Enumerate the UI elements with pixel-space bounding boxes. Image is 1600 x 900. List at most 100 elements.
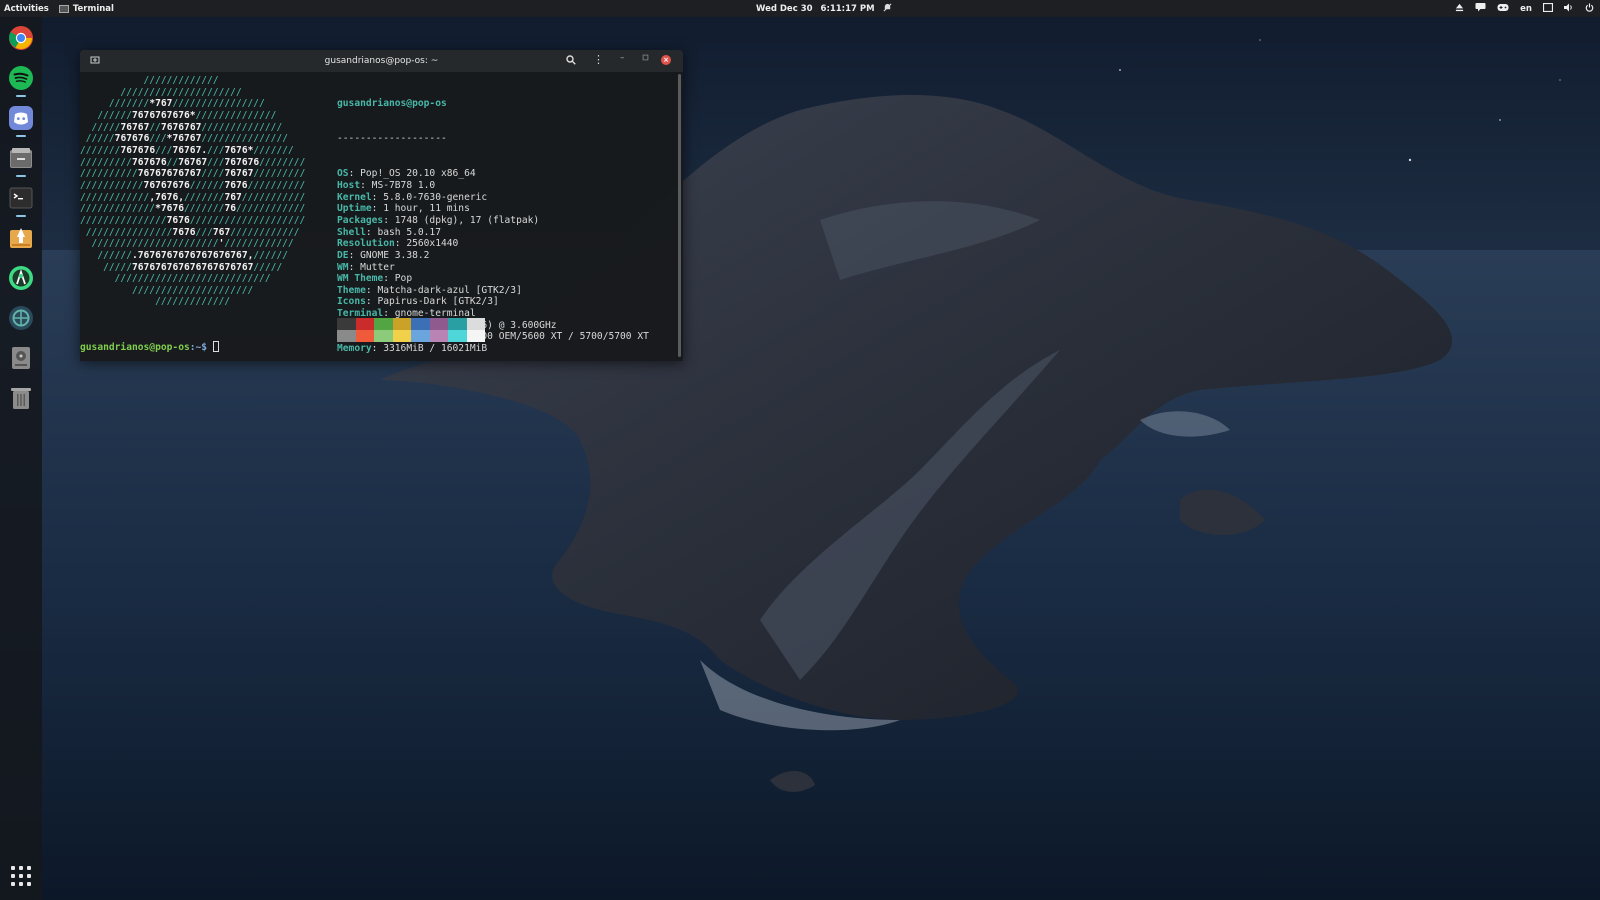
files-icon[interactable]	[7, 144, 35, 172]
logo-line: ///////*767////////////////	[80, 98, 265, 110]
info-line: Memory: 3316MiB / 16021MiB	[337, 343, 488, 355]
palette-swatch	[466, 318, 485, 330]
logo-line: //////.7676767676767676767,//////	[80, 249, 289, 261]
logo-line: /////////////////////	[80, 86, 242, 98]
info-key: Shell	[337, 226, 366, 238]
info-line: Host: MS-7B78 1.0	[337, 179, 436, 191]
palette-swatch	[448, 318, 467, 330]
info-value: Mutter	[360, 261, 395, 273]
info-line: Packages: 1748 (dpkg), 17 (flatpak)	[337, 214, 540, 226]
running-indicator	[16, 215, 26, 217]
info-value: Pop!_OS 20.10 x86_64	[360, 168, 476, 180]
info-value: 1748 (dpkg), 17 (flatpak)	[394, 214, 540, 226]
top-bar: Activities Terminal Wed Dec 30 6:11:17 P…	[0, 0, 1600, 17]
logo-line: //////////////////////'////////////	[80, 238, 294, 250]
clock-time: 6:11:17 PM	[820, 3, 875, 14]
logo-line: ///////////////7676///767////////////	[80, 226, 300, 238]
new-tab-icon[interactable]	[90, 55, 102, 67]
chat-icon[interactable]	[1475, 2, 1486, 15]
shell-prompt[interactable]: gusandrianos@pop-os:~$	[80, 341, 219, 354]
info-key: OS	[337, 168, 349, 180]
discord-icon[interactable]	[7, 104, 35, 132]
info-key: WM Theme	[337, 273, 384, 285]
info-key: DE	[337, 249, 349, 261]
neofetch-logo: ///////////// ///////////////////// ////…	[80, 75, 305, 308]
terminal-header-bar[interactable]: gusandrianos@pop-os: ~ ⋮ – ×	[80, 50, 683, 72]
logo-line: /////////767676//76767///767676////////	[80, 156, 306, 168]
logo-line: /////////////	[80, 296, 231, 308]
logo-line: ///////////////7676////////////////////	[80, 214, 306, 226]
controller-icon[interactable]	[1497, 3, 1509, 15]
android-studio-icon[interactable]	[7, 264, 35, 292]
running-indicator	[16, 95, 26, 97]
logo-line: /////////////////////	[80, 284, 254, 296]
menu-icon[interactable]: ⋮	[593, 54, 604, 66]
maximize-icon[interactable]	[642, 54, 649, 61]
dock	[0, 17, 42, 900]
palette-swatch	[337, 318, 356, 330]
info-value: Pop	[394, 273, 413, 285]
palette-swatch	[355, 318, 374, 330]
installer-icon[interactable]	[7, 224, 35, 252]
volume-icon[interactable]	[1564, 3, 1574, 15]
palette-swatch	[392, 330, 411, 342]
terminal-window[interactable]: gusandrianos@pop-os: ~ ⋮ – × ///////////…	[80, 50, 683, 361]
running-indicator	[16, 135, 26, 137]
logo-line: /////767676///*76767///////////////	[80, 133, 288, 145]
logo-line: //////////76767676767////76767/////////	[80, 168, 306, 180]
eject-icon[interactable]	[1455, 3, 1464, 15]
info-key: Host	[337, 179, 361, 191]
activities-button[interactable]: Activities	[0, 4, 55, 14]
palette-swatch	[429, 330, 448, 342]
info-line: Kernel: 5.8.0-7630-generic	[337, 191, 488, 203]
language-indicator[interactable]: en	[1520, 4, 1532, 14]
disks-icon[interactable]	[7, 344, 35, 372]
info-value: bash 5.0.17	[377, 226, 441, 238]
clock-date: Wed Dec 30	[756, 3, 813, 14]
palette-swatch	[337, 330, 356, 342]
app-menu[interactable]: Terminal	[55, 4, 114, 14]
keybase-icon[interactable]	[7, 304, 35, 332]
info-key: Icons	[337, 296, 366, 308]
logo-line: /////76767//7676767//////////////	[80, 121, 283, 133]
running-indicator	[16, 175, 26, 177]
palette-swatch	[355, 330, 374, 342]
clock[interactable]: Wed Dec 30 6:11:17 PM	[756, 0, 892, 17]
logo-line: ////////////,7676,///////767///////////	[80, 191, 306, 203]
app-menu-label: Terminal	[72, 3, 114, 14]
info-key: Kernel	[337, 191, 372, 203]
separator: -------------------	[337, 133, 447, 145]
palette-swatch	[374, 318, 393, 330]
info-line: WM: Mutter	[337, 261, 395, 273]
color-palette	[337, 318, 485, 342]
info-line: Resolution: 2560x1440	[337, 238, 459, 250]
notifications-off-icon	[883, 3, 892, 15]
info-value: MS-7B78 1.0	[371, 179, 436, 191]
info-line: DE: GNOME 3.38.2	[337, 249, 430, 261]
minimize-icon[interactable]: –	[620, 53, 625, 63]
info-line: Shell: bash 5.0.17	[337, 226, 441, 238]
trash-icon[interactable]	[7, 384, 35, 412]
info-value: 2560x1440	[406, 238, 459, 250]
terminal-content[interactable]: ///////////// ///////////////////// ////…	[80, 72, 675, 361]
scrollbar[interactable]	[678, 74, 681, 357]
power-icon[interactable]	[1585, 2, 1594, 15]
show-applications-icon[interactable]	[11, 866, 31, 886]
info-value: Matcha-dark-azul [GTK2/3]	[377, 284, 522, 296]
palette-swatch	[374, 330, 393, 342]
palette-swatch	[448, 330, 467, 342]
search-icon[interactable]	[566, 55, 576, 68]
info-line: Uptime: 1 hour, 11 mins	[337, 203, 470, 215]
terminal-icon[interactable]	[7, 184, 35, 212]
window-title: gusandrianos@pop-os: ~	[324, 56, 439, 66]
spotify-icon[interactable]	[7, 64, 35, 92]
logo-line: /////767676767676767676767/////	[80, 261, 283, 273]
chrome-icon[interactable]	[7, 24, 35, 52]
info-value: 5.8.0-7630-generic	[383, 191, 488, 203]
screen-icon[interactable]	[1542, 2, 1554, 15]
palette-swatch	[392, 318, 411, 330]
user-host: gusandrianos@pop-os	[337, 98, 447, 110]
palette-row	[337, 318, 485, 330]
prompt-user: gusandrianos@pop-os	[80, 342, 190, 353]
close-icon[interactable]: ×	[661, 55, 671, 65]
